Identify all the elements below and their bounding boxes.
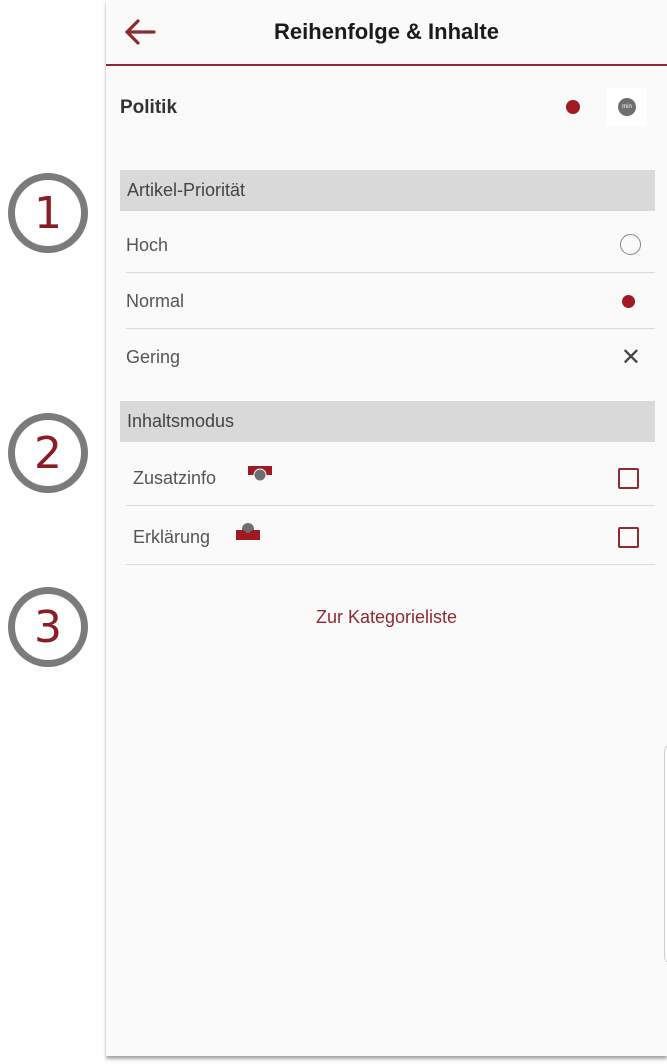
category-name: Politik [120,97,178,118]
callout-1: 1 [8,173,88,253]
content-mode-option-erklaerung[interactable]: Erklärung [126,510,655,565]
page-title: Reihenfolge & Inhalte [274,19,499,44]
content-mode-option-zusatzinfo[interactable]: Zusatzinfo [126,451,655,506]
priority-option-normal[interactable]: Normal [126,274,655,329]
category-mode-badge: min [607,88,647,126]
phone-screen: Reihenfolge & Inhalte Politik min Artike… [106,0,667,1056]
erklaerung-icon [236,523,260,540]
radio-selected-icon[interactable] [622,295,635,308]
callout-2: 2 [8,413,88,493]
priority-option-hoch[interactable]: Hoch [126,218,655,273]
option-label: Zusatzinfo [133,468,217,488]
priority-section-header: Artikel-Priorität [120,170,655,211]
category-priority-dot [566,100,580,114]
zusatzinfo-checkbox[interactable] [618,468,639,489]
priority-option-gering[interactable]: Gering ✕ [126,330,655,385]
zusatzinfo-icon [248,466,272,482]
option-label: Normal [126,291,185,311]
min-badge-icon: min [618,98,636,116]
option-label: Gering [126,347,181,367]
option-label: Hoch [126,235,169,255]
radio-unselected-icon[interactable] [620,234,641,255]
min-badge-label: min [622,104,632,110]
option-label: Erklärung [133,527,211,547]
close-icon[interactable]: ✕ [621,342,641,372]
app-bar: Reihenfolge & Inhalte [106,0,667,66]
erklaerung-checkbox[interactable] [618,527,639,548]
callout-3: 3 [8,587,88,667]
category-list-link[interactable]: Zur Kategorieliste [106,607,667,628]
content-mode-section-header: Inhaltsmodus [120,401,655,442]
